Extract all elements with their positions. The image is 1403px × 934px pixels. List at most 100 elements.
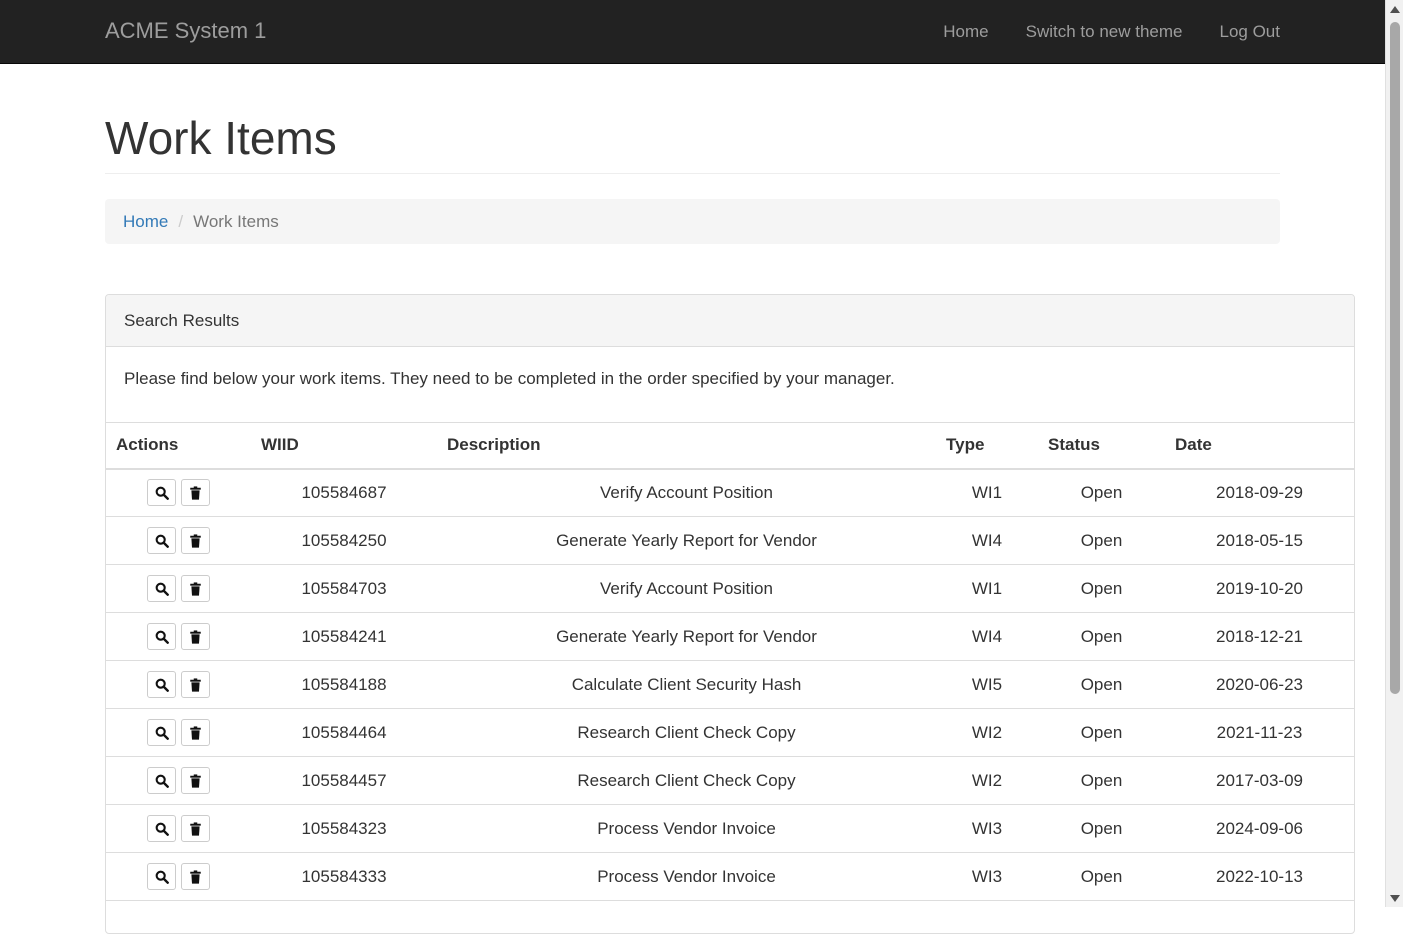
- cell-wiid: 105584457: [251, 756, 437, 805]
- cell-type: WI4: [936, 612, 1038, 661]
- table-header-row: Actions WIID Description Type Status Dat…: [106, 422, 1354, 470]
- view-item-button[interactable]: [147, 863, 176, 890]
- cell-description: Generate Yearly Report for Vendor: [437, 612, 936, 661]
- breadcrumb-current: Work Items: [193, 211, 279, 231]
- view-item-button[interactable]: [147, 575, 176, 602]
- delete-item-button[interactable]: [181, 479, 210, 507]
- cell-date: 2021-11-23: [1165, 708, 1354, 757]
- table-row: 105584457 Research Client Check Copy WI2 Op…: [106, 756, 1354, 805]
- search-results-panel: Search Results Please find below your wo…: [105, 294, 1355, 934]
- cell-wiid: 105584250: [251, 516, 437, 565]
- header-status: Status: [1038, 422, 1165, 470]
- scroll-up-arrow[interactable]: [1386, 0, 1403, 18]
- trash-icon: [189, 725, 202, 740]
- search-icon: [155, 534, 169, 548]
- row-actions: [106, 804, 251, 853]
- view-item-button[interactable]: [147, 767, 176, 794]
- view-item-button[interactable]: [147, 719, 176, 746]
- delete-item-button[interactable]: [181, 719, 210, 746]
- delete-item-button[interactable]: [181, 575, 210, 602]
- delete-item-button[interactable]: [181, 767, 210, 794]
- panel-description: Please find below your work items. They …: [124, 368, 895, 388]
- cell-wiid: 105584333: [251, 852, 437, 901]
- cell-date: 2018-05-15: [1165, 516, 1354, 565]
- vertical-scrollbar[interactable]: [1385, 0, 1403, 907]
- search-icon: [155, 582, 169, 596]
- header-type: Type: [936, 422, 1038, 470]
- table-row: 105584323 Process Vendor Invoice WI3 Open 20…: [106, 804, 1354, 853]
- nav-logout-link[interactable]: Log Out: [1220, 22, 1281, 42]
- row-actions: [106, 660, 251, 709]
- row-actions: [106, 516, 251, 565]
- cell-date: 2022-10-13: [1165, 852, 1354, 901]
- view-item-button[interactable]: [147, 815, 176, 842]
- cell-status: Open: [1038, 468, 1165, 517]
- action-buttons: [116, 671, 241, 698]
- cell-description: Research Client Check Copy: [437, 708, 936, 757]
- row-actions: [106, 612, 251, 661]
- row-actions: [106, 852, 251, 901]
- cell-type: WI2: [936, 708, 1038, 757]
- cell-wiid: 105584241: [251, 612, 437, 661]
- view-item-button[interactable]: [147, 479, 176, 507]
- row-actions: [106, 756, 251, 805]
- header-wiid: WIID: [251, 422, 437, 470]
- table-row: 105584464 Research Client Check Copy WI2 Op…: [106, 708, 1354, 757]
- search-icon: [155, 486, 169, 500]
- scroll-down-arrow[interactable]: [1386, 889, 1403, 907]
- cell-description: Calculate Client Security Hash: [437, 660, 936, 709]
- view-item-button[interactable]: [147, 623, 176, 650]
- action-buttons: [116, 479, 241, 507]
- search-icon: [155, 774, 169, 788]
- cell-type: WI1: [936, 564, 1038, 613]
- cell-wiid: 105584188: [251, 660, 437, 709]
- cell-type: WI3: [936, 852, 1038, 901]
- nav-links: Home Switch to new theme Log Out: [906, 0, 1280, 64]
- row-actions: [106, 564, 251, 613]
- page-title: Work Items: [105, 112, 337, 164]
- cell-description: Process Vendor Invoice: [437, 804, 936, 853]
- cell-wiid: 105584703: [251, 564, 437, 613]
- cell-wiid: 105584323: [251, 804, 437, 853]
- work-items-table: Actions WIID Description Type Status Dat…: [106, 422, 1354, 901]
- row-actions: [106, 468, 251, 517]
- trash-icon: [189, 486, 202, 500]
- scroll-thumb[interactable]: [1390, 22, 1400, 694]
- action-buttons: [116, 815, 241, 842]
- header-actions: Actions: [106, 422, 251, 470]
- cell-status: Open: [1038, 708, 1165, 757]
- delete-item-button[interactable]: [181, 815, 210, 842]
- arrow-down-icon: [1390, 894, 1400, 902]
- action-buttons: [116, 767, 241, 794]
- action-buttons: [116, 863, 241, 890]
- cell-wiid: 105584464: [251, 708, 437, 757]
- cell-description: Generate Yearly Report for Vendor: [437, 516, 936, 565]
- cell-type: WI4: [936, 516, 1038, 565]
- top-navbar: ACME System 1 Home Switch to new theme L…: [0, 0, 1385, 64]
- view-item-button[interactable]: [147, 527, 176, 554]
- delete-item-button[interactable]: [181, 623, 210, 650]
- header-description: Description: [437, 422, 936, 470]
- search-icon: [155, 630, 169, 644]
- cell-status: Open: [1038, 660, 1165, 709]
- cell-date: 2017-03-09: [1165, 756, 1354, 805]
- action-buttons: [116, 719, 241, 746]
- arrow-up-icon: [1390, 5, 1400, 13]
- delete-item-button[interactable]: [181, 527, 210, 554]
- delete-item-button[interactable]: [181, 863, 210, 890]
- trash-icon: [189, 581, 202, 596]
- row-actions: [106, 708, 251, 757]
- table-row: 105584687 Verify Account Position WI1 Open 2…: [106, 468, 1354, 517]
- view-item-button[interactable]: [147, 671, 176, 698]
- nav-home-link[interactable]: Home: [943, 22, 988, 42]
- breadcrumb-home-link[interactable]: Home: [123, 212, 168, 232]
- search-icon: [155, 726, 169, 740]
- brand-title[interactable]: ACME System 1: [105, 17, 266, 45]
- cell-description: Verify Account Position: [437, 564, 936, 613]
- cell-type: WI2: [936, 756, 1038, 805]
- cell-date: 2020-06-23: [1165, 660, 1354, 709]
- cell-date: 2018-09-29: [1165, 468, 1354, 517]
- breadcrumb: Home / Work Items: [105, 199, 1280, 244]
- nav-switch-theme-link[interactable]: Switch to new theme: [1026, 22, 1183, 42]
- delete-item-button[interactable]: [181, 671, 210, 698]
